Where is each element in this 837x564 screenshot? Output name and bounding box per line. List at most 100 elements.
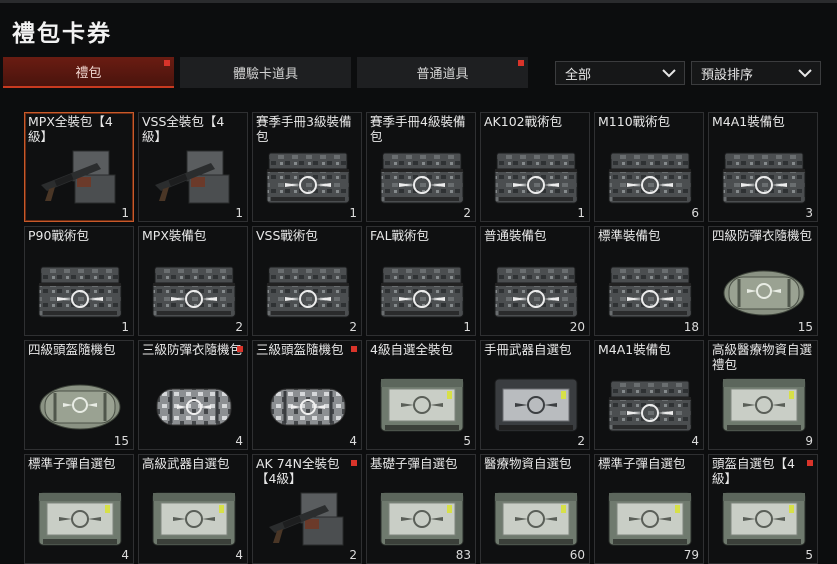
item-count: 4: [235, 548, 243, 562]
top-border: [0, 0, 837, 3]
item-count: 9: [805, 434, 813, 448]
item-name: VSS戰術包: [256, 228, 318, 243]
item-count: 1: [121, 320, 129, 334]
item-name: P90戰術包: [28, 228, 89, 243]
inventory-item[interactable]: MPX裝備包 2: [138, 226, 248, 336]
item-count: 5: [805, 548, 813, 562]
category-filter-select[interactable]: 全部: [555, 61, 685, 85]
sort-select[interactable]: 預設排序: [691, 61, 821, 85]
inventory-item[interactable]: MPX全裝包【4級】 1: [24, 112, 134, 222]
item-name: 賽季手冊3級裝備包: [256, 114, 352, 144]
inventory-item[interactable]: 四級防彈衣隨機包 15: [708, 226, 818, 336]
notification-badge: [164, 60, 170, 66]
inventory-item[interactable]: 賽季手冊4級裝備包 2: [366, 112, 476, 222]
item-count: 4: [691, 434, 699, 448]
item-count: 18: [683, 320, 699, 334]
sort-value: 預設排序: [701, 67, 754, 83]
inventory-item[interactable]: 標準裝備包 18: [594, 226, 704, 336]
item-count: 2: [463, 206, 471, 220]
inventory-item[interactable]: 普通裝備包 20: [480, 226, 590, 336]
category-tabs: 禮包 體驗卡道具 普通道具: [3, 57, 534, 89]
item-count: 1: [577, 206, 585, 220]
item-count: 4: [235, 434, 243, 448]
chevron-down-icon: [662, 69, 676, 78]
item-name: 4級自選全裝包: [370, 342, 453, 357]
item-count: 2: [577, 434, 585, 448]
tab-trial-cards[interactable]: 體驗卡道具: [180, 57, 351, 88]
item-name: M4A1裝備包: [712, 114, 785, 129]
inventory-item[interactable]: 標準子彈自選包 79: [594, 454, 704, 564]
item-count: 4: [121, 548, 129, 562]
inventory-item[interactable]: 標準子彈自選包 4: [24, 454, 134, 564]
item-name: FAL戰術包: [370, 228, 430, 243]
inventory-item[interactable]: FAL戰術包 1: [366, 226, 476, 336]
item-count: 6: [691, 206, 699, 220]
item-name: M110戰術包: [598, 114, 671, 129]
item-name: 四級防彈衣隨機包: [712, 228, 813, 243]
new-item-badge: [351, 346, 357, 352]
item-name: 高級醫療物資自選禮包: [712, 342, 813, 372]
inventory-item[interactable]: AK 74N全裝包【4級】 2: [252, 454, 362, 564]
item-count: 4: [349, 434, 357, 448]
inventory-item[interactable]: P90戰術包 1: [24, 226, 134, 336]
item-name: 三級頭盔隨機包: [256, 342, 344, 357]
item-grid: MPX全裝包【4級】 1 VSS全裝包【4級】 1 賽季手冊3級裝備包 1 賽季手冊4級裝備…: [18, 104, 828, 564]
item-name: MPX全裝包【4級】: [28, 114, 113, 144]
new-item-badge: [351, 460, 357, 466]
item-count: 15: [113, 434, 129, 448]
item-name: 四級頭盔隨機包: [28, 342, 116, 357]
item-name: 醫療物資自選包: [484, 456, 572, 471]
inventory-item[interactable]: 手冊武器自選包 2: [480, 340, 590, 450]
item-name: 標準子彈自選包: [598, 456, 686, 471]
inventory-item[interactable]: 賽季手冊3級裝備包 1: [252, 112, 362, 222]
inventory-item[interactable]: 三級頭盔隨機包 4: [252, 340, 362, 450]
item-count: 2: [235, 320, 243, 334]
new-item-badge: [807, 460, 813, 466]
tab-normal-items[interactable]: 普通道具: [357, 57, 528, 88]
inventory-item[interactable]: VSS戰術包 2: [252, 226, 362, 336]
item-name: 三級防彈衣隨機包: [142, 342, 243, 357]
page-title: 禮包卡券: [12, 21, 112, 47]
inventory-item[interactable]: 頭盔自選包【4級】 5: [708, 454, 818, 564]
notification-badge: [518, 60, 524, 66]
inventory-item[interactable]: 高級醫療物資自選禮包 9: [708, 340, 818, 450]
inventory-item[interactable]: 醫療物資自選包 60: [480, 454, 590, 564]
item-name: 手冊武器自選包: [484, 342, 572, 357]
item-count: 1: [349, 206, 357, 220]
new-item-badge: [237, 346, 243, 352]
inventory-item[interactable]: 四級頭盔隨機包 15: [24, 340, 134, 450]
item-name: 頭盔自選包【4級】: [712, 456, 795, 486]
item-name: 高級武器自選包: [142, 456, 230, 471]
category-filter-value: 全部: [565, 67, 592, 83]
item-count: 1: [235, 206, 243, 220]
item-count: 60: [569, 548, 585, 562]
tab-gift-packs[interactable]: 禮包: [3, 57, 174, 88]
item-count: 83: [455, 548, 471, 562]
inventory-item[interactable]: M4A1裝備包 3: [708, 112, 818, 222]
tab-label: 禮包: [75, 66, 102, 81]
item-count: 2: [349, 320, 357, 334]
item-name: 普通裝備包: [484, 228, 547, 243]
tab-label: 體驗卡道具: [232, 67, 298, 82]
item-count: 1: [463, 320, 471, 334]
item-name: AK102戰術包: [484, 114, 563, 129]
inventory-item[interactable]: 4級自選全裝包 5: [366, 340, 476, 450]
item-count: 20: [569, 320, 585, 334]
item-name: VSS全裝包【4級】: [142, 114, 225, 144]
inventory-item[interactable]: M110戰術包 6: [594, 112, 704, 222]
inventory-item[interactable]: VSS全裝包【4級】 1: [138, 112, 248, 222]
item-count: 2: [349, 548, 357, 562]
item-count: 15: [797, 320, 813, 334]
inventory-panel: MPX全裝包【4級】 1 VSS全裝包【4級】 1 賽季手冊3級裝備包 1 賽季手冊4級裝備…: [18, 104, 828, 564]
inventory-item[interactable]: AK102戰術包 1: [480, 112, 590, 222]
item-count: 3: [805, 206, 813, 220]
item-name: M4A1裝備包: [598, 342, 671, 357]
inventory-item[interactable]: M4A1裝備包 4: [594, 340, 704, 450]
inventory-item[interactable]: 高級武器自選包 4: [138, 454, 248, 564]
item-count: 79: [683, 548, 699, 562]
item-name: 標準子彈自選包: [28, 456, 116, 471]
inventory-item[interactable]: 三級防彈衣隨機包 4: [138, 340, 248, 450]
item-count: 1: [121, 206, 129, 220]
inventory-item[interactable]: 基礎子彈自選包 83: [366, 454, 476, 564]
item-name: AK 74N全裝包【4級】: [256, 456, 340, 486]
